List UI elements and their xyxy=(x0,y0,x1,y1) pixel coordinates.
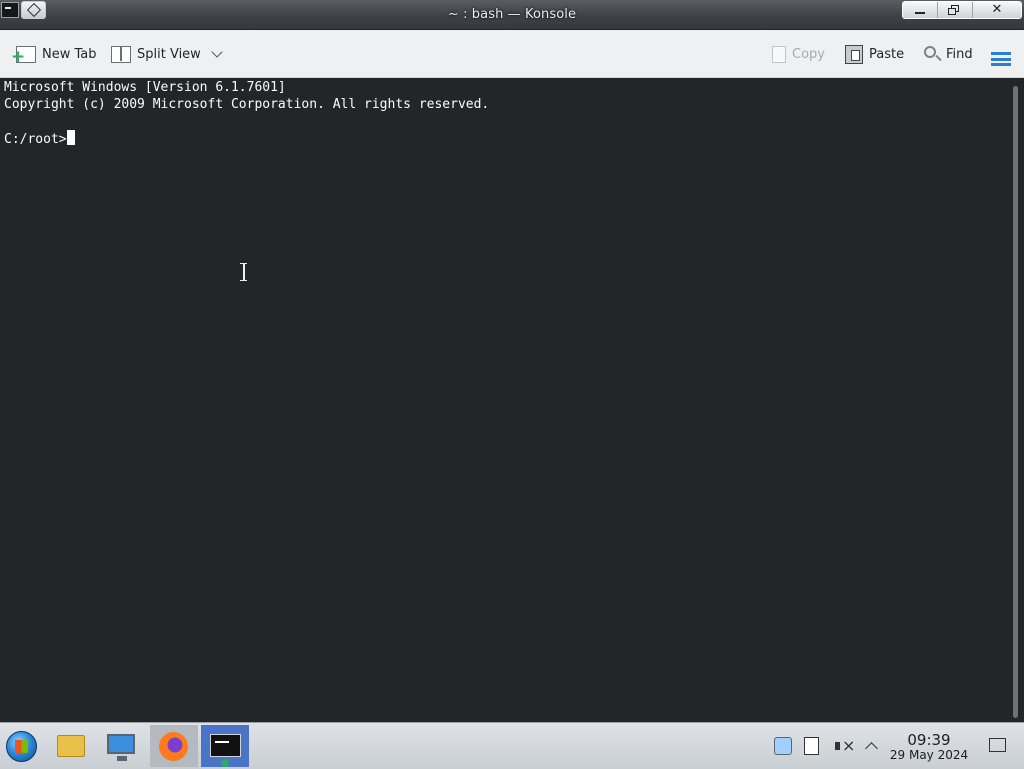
taskbar: 09:39 29 May 2024 xyxy=(0,722,1024,769)
start-menu-icon xyxy=(6,731,37,762)
hamburger-menu-icon xyxy=(991,52,1011,66)
scrollbar-thumb[interactable] xyxy=(1013,86,1018,718)
show-hidden-icon[interactable] xyxy=(862,737,880,755)
search-icon xyxy=(924,46,936,58)
terminal-scrollbar[interactable] xyxy=(1008,78,1024,722)
hamburger-menu-button[interactable] xyxy=(991,46,1011,72)
system-settings-icon xyxy=(107,734,135,761)
prompt-line: C:/root> xyxy=(4,130,1008,147)
minimize-button[interactable] xyxy=(903,2,938,18)
new-tab-icon xyxy=(11,45,36,64)
firefox-icon xyxy=(159,732,188,761)
split-view-button[interactable]: Split View xyxy=(111,41,223,67)
battery-icon[interactable] xyxy=(804,737,819,755)
find-label: Find xyxy=(946,46,973,62)
clipboard-icon[interactable] xyxy=(774,737,792,755)
konsole-icon xyxy=(210,734,241,757)
file-manager-icon xyxy=(57,735,85,757)
paste-button[interactable]: Paste xyxy=(845,41,904,67)
clock-time[interactable]: 09:39 xyxy=(880,731,978,749)
firefox-task-button[interactable] xyxy=(150,725,198,767)
file-manager-button[interactable] xyxy=(48,725,96,767)
title-bar[interactable]: ~ : bash — Konsole ✕ xyxy=(0,0,1024,30)
mouse-ibeam-cursor-icon xyxy=(240,263,247,281)
close-button[interactable]: ✕ xyxy=(973,2,1021,18)
split-view-icon xyxy=(111,45,131,63)
find-button[interactable]: Find xyxy=(924,41,973,67)
new-instance-icon xyxy=(221,759,229,767)
terminal-line: Microsoft Windows [Version 6.1.7601] xyxy=(4,80,286,95)
copy-icon xyxy=(772,45,786,63)
volume-muted-icon[interactable] xyxy=(833,736,855,755)
window-controls: ✕ xyxy=(902,1,1022,19)
terminal-view[interactable]: Microsoft Windows [Version 6.1.7601] Cop… xyxy=(0,78,1008,722)
show-desktop-icon[interactable] xyxy=(989,738,1006,752)
chevron-down-icon[interactable] xyxy=(211,46,223,58)
terminal-line: Copyright (c) 2009 Microsoft Corporation… xyxy=(4,97,490,112)
main-toolbar: New Tab Split View Copy Paste Find xyxy=(0,30,1024,78)
window-title: ~ : bash — Konsole xyxy=(447,7,577,22)
split-view-label: Split View xyxy=(137,46,201,62)
paste-label: Paste xyxy=(869,46,905,62)
system-settings-button[interactable] xyxy=(98,725,146,767)
clock-date[interactable]: 29 May 2024 xyxy=(880,748,978,762)
paste-icon xyxy=(845,44,863,64)
copy-label: Copy xyxy=(792,46,825,62)
konsole-task-button[interactable] xyxy=(201,725,249,767)
new-tab-label: New Tab xyxy=(42,46,97,62)
maximize-button[interactable] xyxy=(938,2,973,18)
prompt-text: C:/root> xyxy=(4,132,67,147)
new-tab-button[interactable]: New Tab xyxy=(11,41,97,67)
start-menu-button[interactable] xyxy=(0,725,48,767)
text-cursor xyxy=(66,130,75,145)
copy-button[interactable]: Copy xyxy=(772,41,825,67)
